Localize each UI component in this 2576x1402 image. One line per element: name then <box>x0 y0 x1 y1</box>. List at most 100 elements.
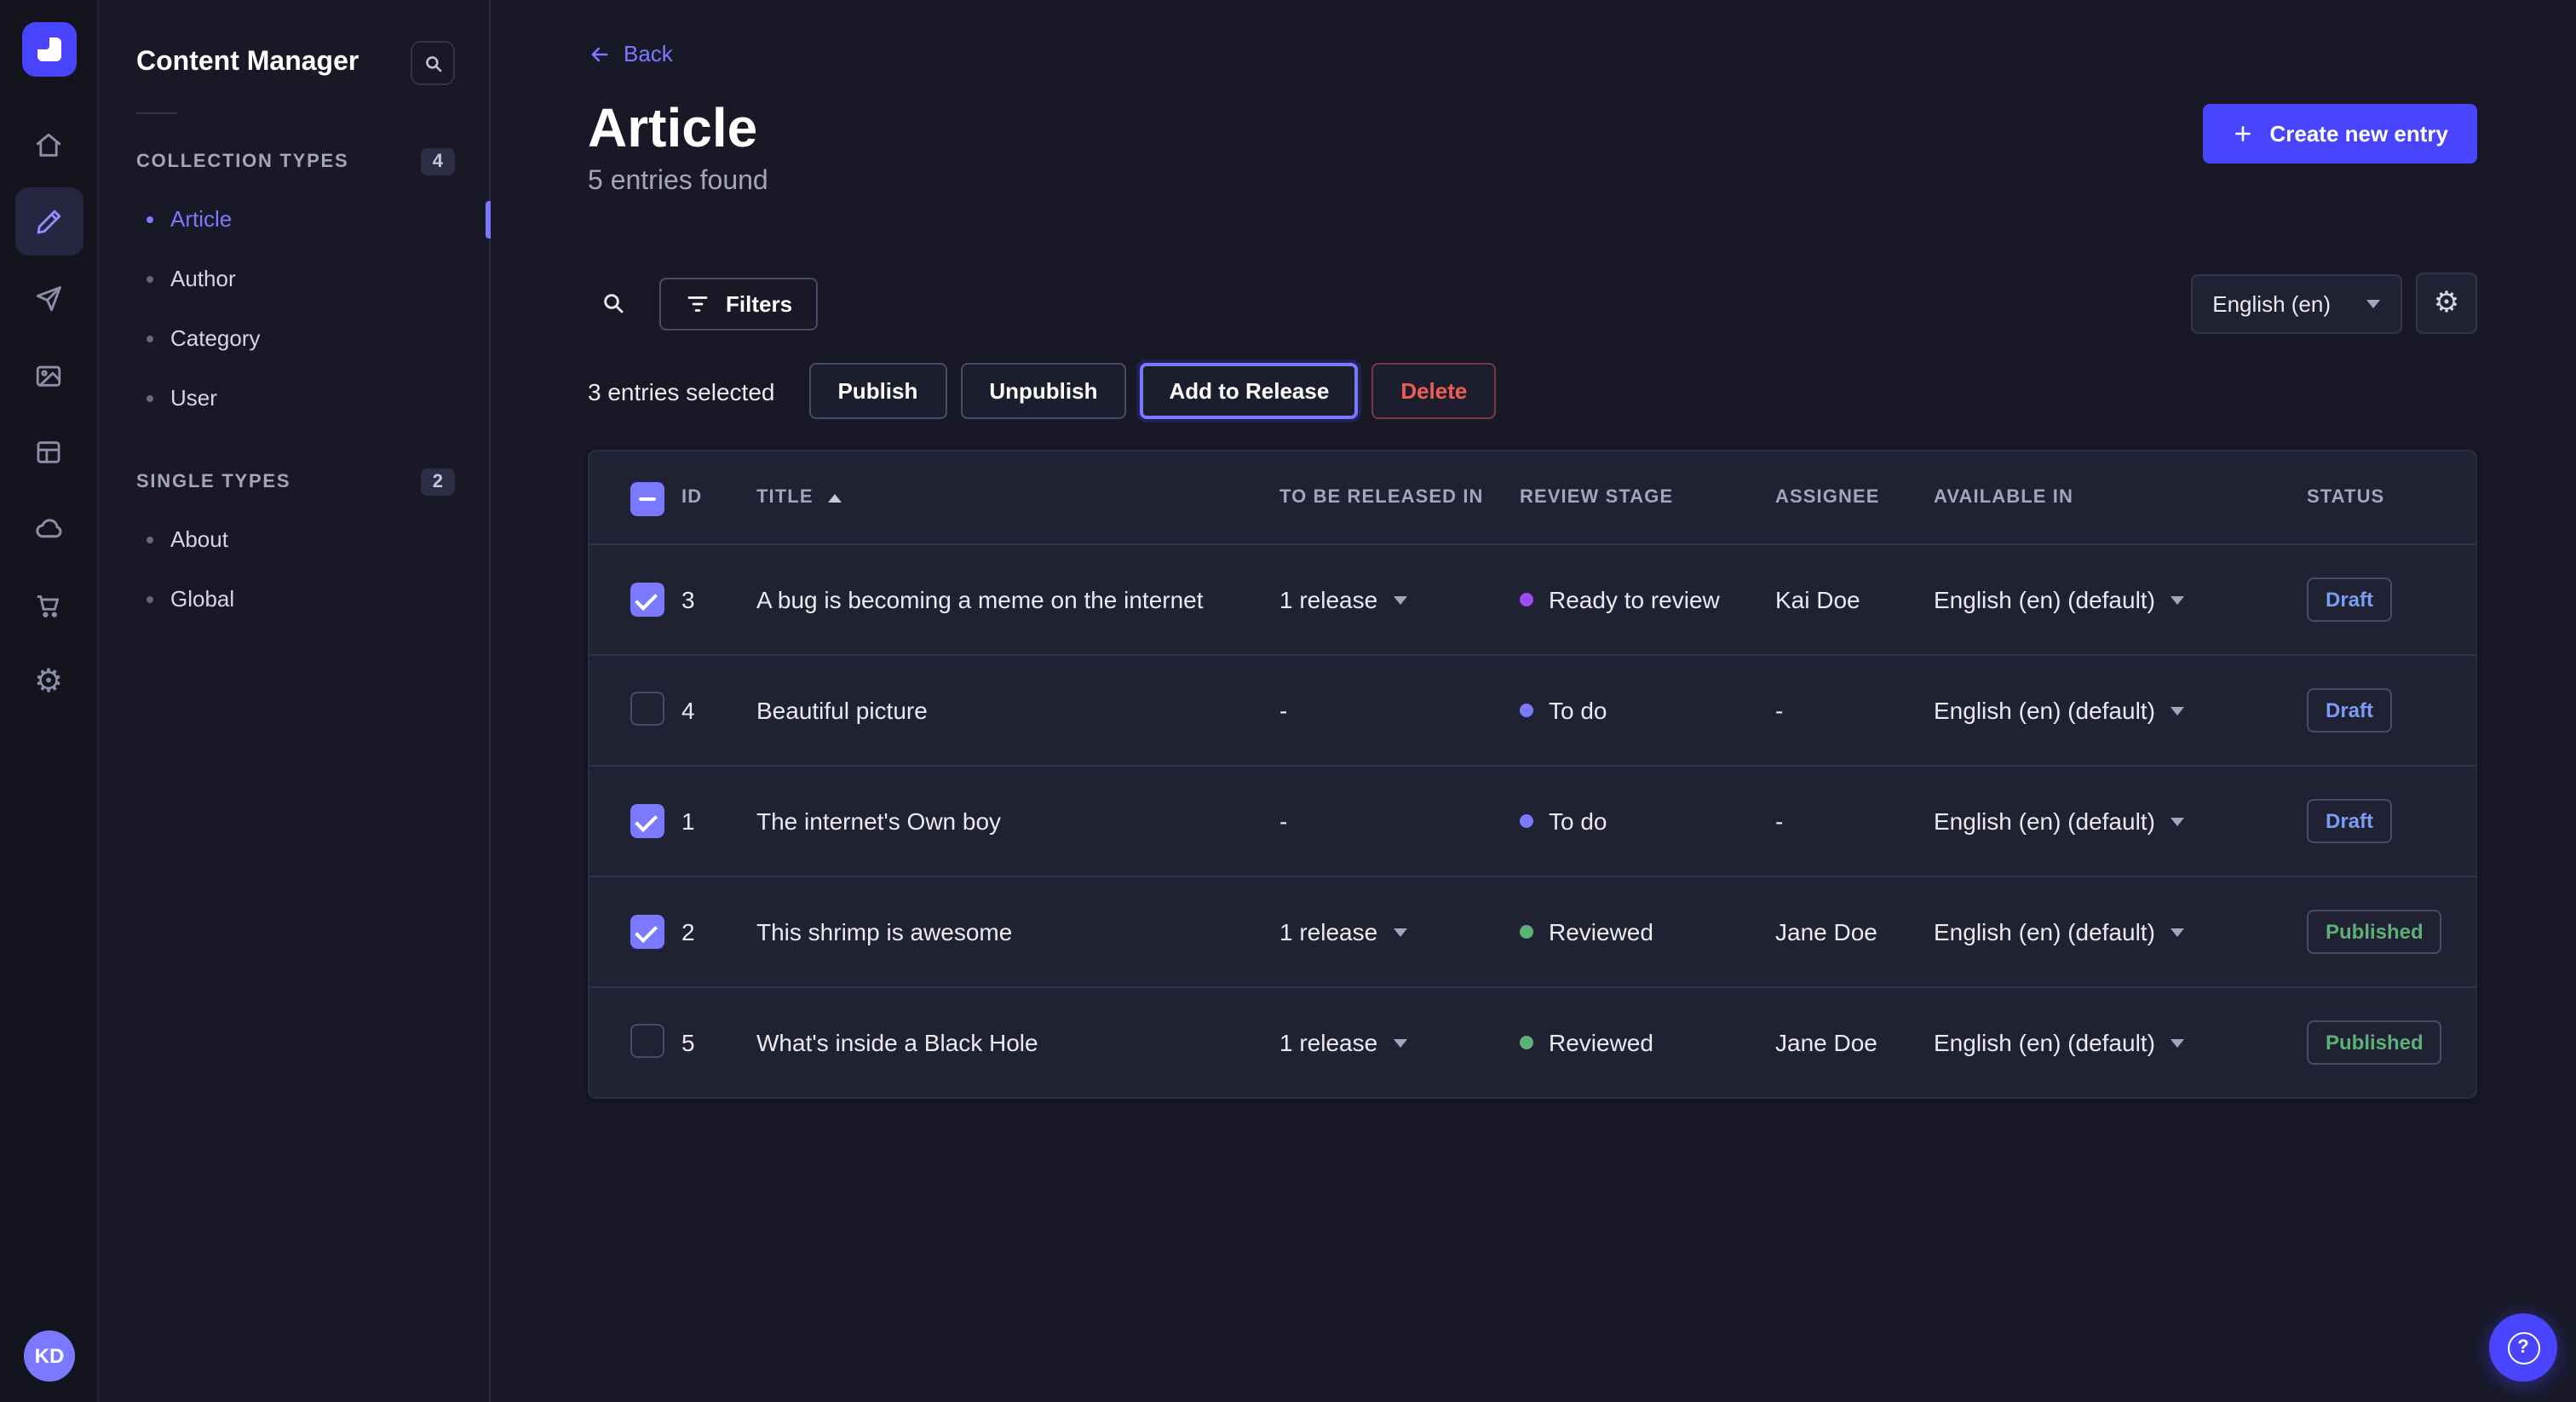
cell-review-stage: Reviewed <box>1520 919 1775 946</box>
cell-available-in-dropdown[interactable]: English (en) (default) <box>1934 919 2307 946</box>
column-header-review-stage: REVIEW STAGE <box>1520 488 1775 509</box>
cell-id: 2 <box>681 919 756 946</box>
row-checkbox[interactable] <box>630 916 664 950</box>
content-type-builder-icon[interactable] <box>14 417 83 486</box>
select-all-checkbox[interactable] <box>630 483 664 517</box>
add-to-release-button[interactable]: Add to Release <box>1140 364 1358 420</box>
list-search-button[interactable] <box>588 279 639 330</box>
strapi-logo[interactable] <box>21 22 76 77</box>
cell-available-in-dropdown[interactable]: English (en) (default) <box>1934 1030 2307 1057</box>
status-badge: Draft <box>2307 800 2392 844</box>
single-types-count-badge: 2 <box>421 468 455 496</box>
cell-review-stage: Ready to review <box>1520 587 1775 614</box>
cell-available-in-dropdown[interactable]: English (en) (default) <box>1934 698 2307 725</box>
bullet-icon <box>147 595 153 602</box>
main-nav-rail: ⚙ KD <box>0 0 99 1402</box>
search-icon <box>600 290 627 318</box>
sidebar-item-user[interactable]: User <box>99 368 489 428</box>
column-header-release: TO BE RELEASED IN <box>1279 488 1520 509</box>
table-row[interactable]: 3 A bug is becoming a meme on the intern… <box>589 544 2475 655</box>
table-row[interactable]: 1 The internet's Own boy - To do - Engli… <box>589 766 2475 876</box>
bullet-icon <box>147 215 153 222</box>
create-new-entry-label: Create new entry <box>2269 120 2448 146</box>
stage-dot-icon <box>1520 594 1533 607</box>
entries-table: ID TITLE TO BE RELEASED IN REVIEW STAGE … <box>588 451 2477 1100</box>
status-badge: Published <box>2307 1021 2442 1066</box>
locale-select[interactable]: English (en) <box>2190 274 2402 334</box>
row-checkbox[interactable] <box>630 1024 664 1058</box>
cell-id: 3 <box>681 587 756 614</box>
cell-available-in-dropdown[interactable]: English (en) (default) <box>1934 587 2307 614</box>
column-header-title[interactable]: TITLE <box>756 488 1279 509</box>
app-root: ⚙ KD Content Manager COLLECTION TYPES 4 … <box>0 0 2576 1402</box>
column-header-status: STATUS <box>2307 488 2475 509</box>
table-row[interactable]: 2 This shrimp is awesome 1 release Revie… <box>589 876 2475 987</box>
cell-id: 4 <box>681 698 756 725</box>
cell-release: - <box>1279 808 1520 836</box>
table-header-row: ID TITLE TO BE RELEASED IN REVIEW STAGE … <box>589 452 2475 544</box>
cell-title: The internet's Own boy <box>756 808 1279 836</box>
filters-label: Filters <box>726 291 792 317</box>
chevron-down-icon <box>2171 818 2184 826</box>
publish-button[interactable]: Publish <box>808 364 946 420</box>
scale-wrapper: ⚙ KD Content Manager COLLECTION TYPES 4 … <box>0 0 2576 1402</box>
chevron-down-icon <box>2171 707 2184 715</box>
sidebar-item-label: Category <box>170 325 261 351</box>
table-row[interactable]: 4 Beautiful picture - To do - English (e… <box>589 655 2475 766</box>
sidebar-item-label: Author <box>170 266 236 291</box>
sidebar-item-about[interactable]: About <box>99 509 489 569</box>
home-icon[interactable] <box>14 111 83 179</box>
page-title: Article <box>588 96 768 159</box>
bullet-icon <box>147 335 153 342</box>
row-checkbox[interactable] <box>630 805 664 839</box>
entries-selected-text: 3 entries selected <box>588 378 774 405</box>
delete-button[interactable]: Delete <box>1371 364 1496 420</box>
cell-title: This shrimp is awesome <box>756 919 1279 946</box>
row-checkbox[interactable] <box>630 692 664 726</box>
stage-dot-icon <box>1520 1037 1533 1050</box>
rail-icon-list: ⚙ <box>14 111 83 715</box>
sidebar-search-button[interactable] <box>411 41 455 85</box>
back-link[interactable]: Back <box>588 41 673 66</box>
unpublish-button[interactable]: Unpublish <box>960 364 1126 420</box>
cell-title: What's inside a Black Hole <box>756 1030 1279 1057</box>
sidebar-item-article[interactable]: Article <box>99 189 489 249</box>
media-library-icon[interactable] <box>14 341 83 409</box>
arrow-left-icon <box>588 42 612 66</box>
sidebar-item-category[interactable]: Category <box>99 308 489 368</box>
table-row[interactable]: 5 What's inside a Black Hole 1 release R… <box>589 987 2475 1098</box>
filters-button[interactable]: Filters <box>659 278 818 330</box>
chevron-down-icon <box>2366 300 2380 308</box>
chevron-down-icon <box>2171 596 2184 605</box>
cell-assignee: Jane Doe <box>1775 919 1934 946</box>
sidebar-item-global[interactable]: Global <box>99 569 489 629</box>
stage-dot-icon <box>1520 815 1533 829</box>
chevron-down-icon <box>2171 1039 2184 1048</box>
cell-assignee: Kai Doe <box>1775 587 1934 614</box>
sort-asc-icon <box>829 494 842 503</box>
plus-icon <box>2232 122 2254 144</box>
column-header-available-in: AVAILABLE IN <box>1934 488 2307 509</box>
sidebar-item-label: Article <box>170 206 232 232</box>
help-button[interactable]: ? <box>2489 1313 2557 1382</box>
cloud-icon[interactable] <box>14 494 83 562</box>
cell-review-stage: To do <box>1520 698 1775 725</box>
content-manager-icon[interactable] <box>14 187 83 256</box>
row-checkbox[interactable] <box>630 583 664 618</box>
cell-release-dropdown[interactable]: 1 release <box>1279 1030 1520 1057</box>
single-types-label: SINGLE TYPES <box>136 472 290 492</box>
column-header-id[interactable]: ID <box>681 488 756 509</box>
cell-release-dropdown[interactable]: 1 release <box>1279 587 1520 614</box>
avatar[interactable]: KD <box>24 1330 75 1382</box>
cell-available-in-dropdown[interactable]: English (en) (default) <box>1934 808 2307 836</box>
cell-release-dropdown[interactable]: 1 release <box>1279 919 1520 946</box>
releases-icon[interactable] <box>14 264 83 332</box>
create-new-entry-button[interactable]: Create new entry <box>2203 103 2477 163</box>
cell-review-stage: To do <box>1520 808 1775 836</box>
view-settings-button[interactable]: ⚙ <box>2416 273 2477 335</box>
sidebar-item-author[interactable]: Author <box>99 249 489 308</box>
marketplace-cart-icon[interactable] <box>14 571 83 639</box>
cell-title: A bug is becoming a meme on the internet <box>756 587 1279 614</box>
settings-gear-icon[interactable]: ⚙ <box>14 647 83 715</box>
cell-id: 5 <box>681 1030 756 1057</box>
